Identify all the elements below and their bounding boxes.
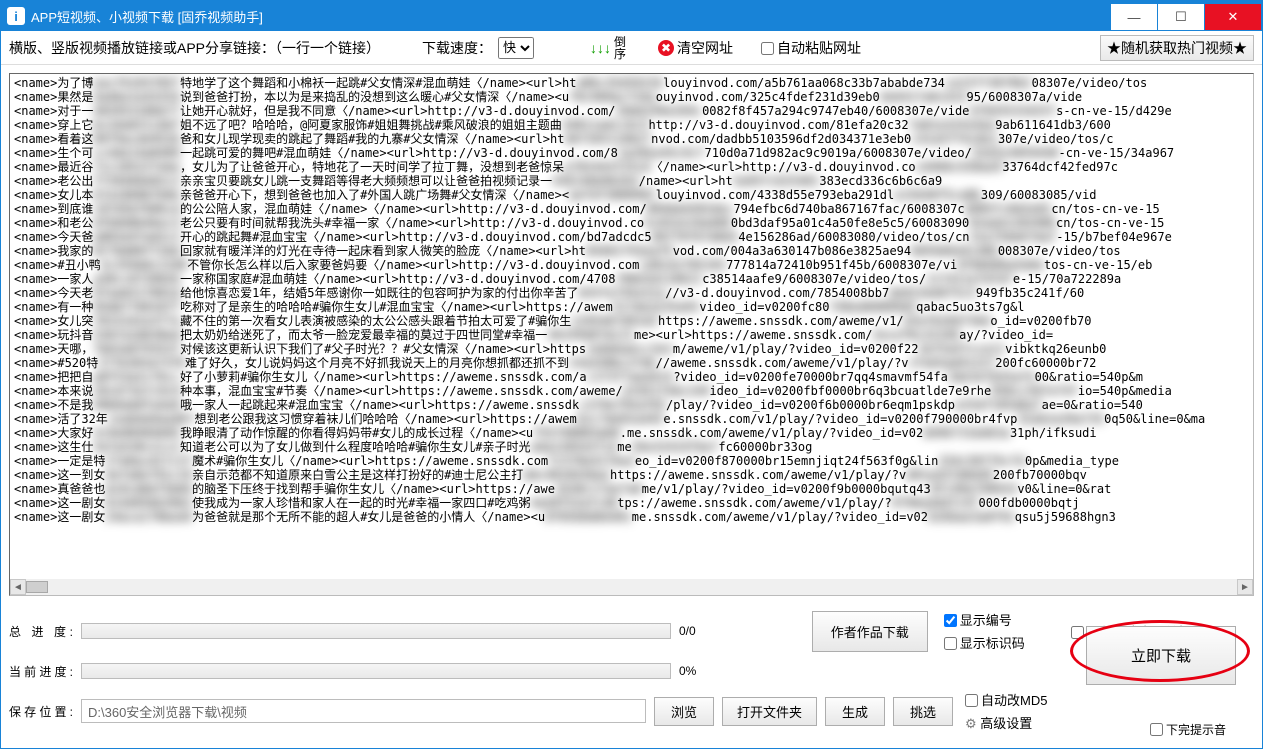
open-folder-button[interactable]: 打开文件夹 (722, 697, 817, 726)
advanced-settings-button[interactable]: ⚙ 高级设置 (965, 713, 1047, 732)
show-index-checkbox[interactable]: 显示编号 (944, 610, 1025, 629)
auto-paste-checkbox[interactable]: 自动粘贴网址 (761, 38, 861, 58)
download-now-button[interactable]: 立即下载 (1086, 626, 1236, 685)
show-code-checkbox[interactable]: 显示标识码 (944, 633, 1025, 652)
random-hot-button[interactable]: ★随机获取热门视频★ (1100, 35, 1254, 61)
browse-button[interactable]: 浏览 (654, 697, 714, 726)
horizontal-scrollbar[interactable]: ◄ ► (10, 579, 1253, 595)
total-progress-text: 0/0 (679, 624, 696, 638)
clear-icon: ✖ (658, 40, 674, 56)
current-progress-text: 0% (679, 664, 696, 678)
done-sound-checkbox[interactable]: 下完提示音 (1150, 721, 1226, 738)
save-path-label: 保存位置: (9, 703, 73, 720)
window-title: APP短视频、小视频下载 [固乔视频助手] (31, 7, 263, 26)
clear-label: 清空网址 (677, 38, 733, 58)
toolbar: 横版、竖版视频播放链接或APP分享链接：（一行一个链接） 下载速度： 快 ↓↓↓… (1, 31, 1262, 65)
scroll-thumb[interactable] (26, 581, 48, 593)
scroll-left-icon[interactable]: ◄ (10, 579, 26, 595)
speed-label: 下载速度： (422, 38, 492, 58)
speed-select[interactable]: 快 (498, 37, 534, 59)
url-list-textbox[interactable]: <name>为了博eacf6103705f特地学了这个舞蹈和小棉袄一起跳#父女情… (9, 73, 1254, 596)
filter-button[interactable]: 挑选 (893, 697, 953, 726)
reverse-button[interactable]: ↓↓↓ 倒序 (586, 34, 630, 62)
auto-md5-checkbox[interactable]: 自动改MD5 (965, 690, 1047, 709)
close-button[interactable]: ✕ (1205, 4, 1261, 30)
current-progress-bar (81, 663, 671, 679)
maximize-button[interactable]: ☐ (1158, 4, 1204, 30)
gear-icon: ⚙ (965, 716, 977, 731)
scroll-right-icon[interactable]: ► (1237, 579, 1253, 595)
clear-urls-button[interactable]: ✖ 清空网址 (654, 36, 737, 60)
generate-button[interactable]: 生成 (825, 697, 885, 726)
current-progress-label: 当前进度: (9, 663, 73, 680)
app-icon: i (7, 7, 25, 25)
url-hint-label: 横版、竖版视频播放链接或APP分享链接：（一行一个链接） (9, 38, 380, 58)
author-works-button[interactable]: 作者作品下载 (812, 611, 928, 652)
down-arrows-icon: ↓↓↓ (590, 45, 611, 51)
save-path-input[interactable] (81, 699, 646, 723)
total-progress-bar (81, 623, 671, 639)
title-bar: i APP短视频、小视频下载 [固乔视频助手] — ☐ ✕ (1, 1, 1262, 31)
total-progress-label: 总 进 度: (9, 623, 73, 640)
minimize-button[interactable]: — (1111, 4, 1157, 30)
